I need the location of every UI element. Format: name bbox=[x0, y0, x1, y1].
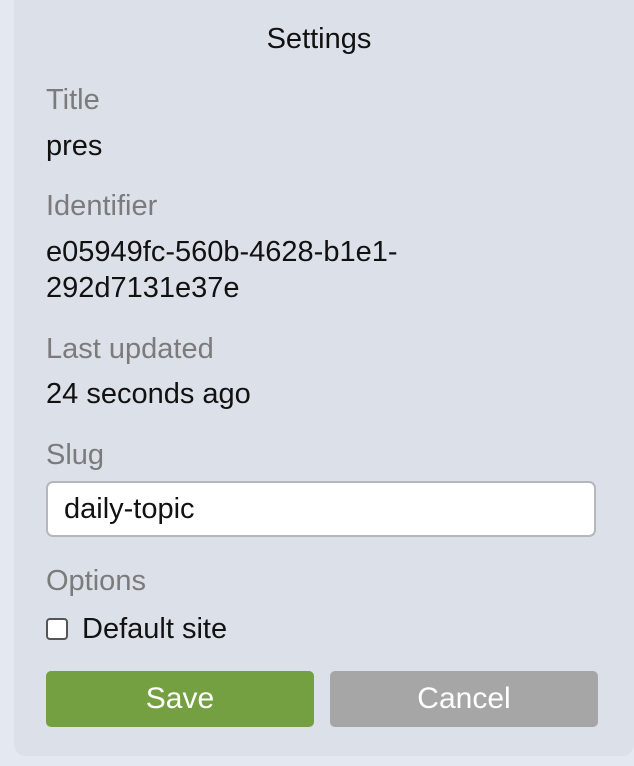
last-updated-label: Last updated bbox=[46, 333, 214, 365]
identifier-label: Identifier bbox=[46, 190, 158, 222]
identifier-value-line1: e05949fc-560b-4628-b1e1- bbox=[46, 236, 398, 268]
title-value: pres bbox=[46, 130, 103, 162]
cancel-button[interactable]: Cancel bbox=[330, 671, 598, 727]
slug-input[interactable] bbox=[46, 481, 596, 537]
save-button[interactable]: Save bbox=[46, 671, 314, 727]
settings-panel: Settings Title pres Identifier e05949fc-… bbox=[14, 0, 634, 756]
default-site-label[interactable]: Default site bbox=[82, 612, 227, 646]
last-updated-value: 24 seconds ago bbox=[46, 378, 251, 410]
options-label: Options bbox=[46, 565, 146, 597]
default-site-checkbox[interactable] bbox=[46, 618, 68, 640]
default-site-option[interactable]: Default site bbox=[46, 611, 227, 647]
title-label: Title bbox=[46, 84, 100, 116]
slug-label: Slug bbox=[46, 439, 105, 471]
settings-title: Settings bbox=[266, 23, 372, 55]
identifier-value-line2: 292d7131e37e bbox=[46, 272, 240, 304]
